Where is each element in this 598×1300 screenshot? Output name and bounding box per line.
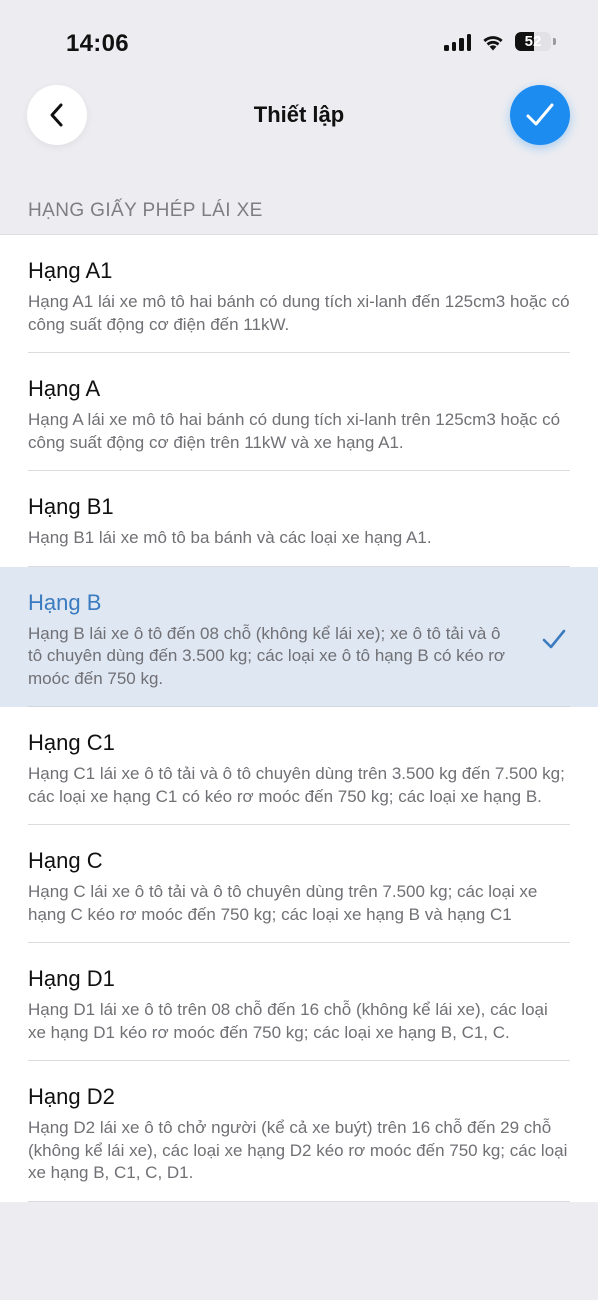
done-button[interactable]: [510, 85, 570, 145]
list-item-description: Hạng A lái xe mô tô hai bánh có dung tíc…: [28, 410, 561, 452]
list-item[interactable]: Hạng D1 Hạng D1 lái xe ô tô trên 08 chỗ đ…: [0, 943, 598, 1061]
list-item[interactable]: Hạng D2 Hạng D2 lái xe ô tô chở người (kể…: [0, 1061, 598, 1202]
list-item-content: Hạng C1 Hạng C1 lái xe ô tô tải và ô tô c…: [28, 729, 570, 825]
license-class-list: Hạng A1 Hạng A1 lái xe mô tô hai bánh có …: [0, 234, 598, 1202]
list-item-title: Hạng C1: [28, 730, 115, 755]
list-item-content: Hạng D1 Hạng D1 lái xe ô tô trên 08 chỗ đ…: [28, 965, 570, 1061]
list-item-description: Hạng B lái xe ô tô đến 08 chỗ (không kể …: [28, 623, 506, 688]
list-item[interactable]: Hạng C Hạng C lái xe ô tô tải và ô tô chu…: [0, 825, 598, 943]
list-item-content: Hạng C Hạng C lái xe ô tô tải và ô tô chu…: [28, 847, 570, 943]
list-item-content: Hạng A1 Hạng A1 lái xe mô tô hai bánh có …: [28, 257, 570, 353]
selected-checkmark-icon: [542, 629, 566, 648]
list-item[interactable]: Hạng B1 Hạng B1 lái xe mô tô ba bánh và c…: [0, 471, 598, 567]
battery-icon: 52: [515, 32, 551, 51]
list-item-title: Hạng A1: [28, 258, 113, 283]
battery-nub: [553, 38, 556, 45]
list-item-title: Hạng A: [28, 376, 101, 401]
list-item-description: Hạng D1 lái xe ô tô trên 08 chỗ đến 16 c…: [28, 1000, 548, 1042]
list-item-description: Hạng A1 lái xe mô tô hai bánh có dung tí…: [28, 292, 570, 334]
list-item-content: Hạng B Hạng B lái xe ô tô đến 08 chỗ (khô…: [28, 589, 570, 707]
list-item[interactable]: Hạng B Hạng B lái xe ô tô đến 08 chỗ (khô…: [0, 566, 598, 707]
list-item[interactable]: Hạng A Hạng A lái xe mô tô hai bánh có du…: [0, 353, 598, 471]
checkmark-icon: [526, 103, 554, 126]
list-item-description: Hạng C lái xe ô tô tải và ô tô chuyên dù…: [28, 882, 538, 924]
list-item-title: Hạng B: [28, 589, 102, 615]
battery-indicator: 52: [515, 32, 556, 51]
list-item-content: Hạng D2 Hạng D2 lái xe ô tô chở người (kể…: [28, 1083, 570, 1202]
list-item-content: Hạng A Hạng A lái xe mô tô hai bánh có du…: [28, 375, 570, 471]
list-item-content: Hạng B1 Hạng B1 lái xe mô tô ba bánh và c…: [28, 493, 570, 567]
wifi-icon: [481, 33, 505, 51]
battery-percent: 52: [524, 33, 542, 50]
list-item-description: Hạng C1 lái xe ô tô tải và ô tô chuyên d…: [28, 764, 565, 806]
list-item[interactable]: Hạng A1 Hạng A1 lái xe mô tô hai bánh có …: [0, 235, 598, 353]
status-bar: 14:06 52: [0, 0, 598, 80]
list-item-title: Hạng D1: [28, 966, 115, 991]
list-item[interactable]: Hạng C1 Hạng C1 lái xe ô tô tải và ô tô c…: [0, 707, 598, 825]
list-item-title: Hạng C: [28, 848, 103, 873]
section-header: HẠNG GIẤY PHÉP LÁI XE: [28, 200, 263, 221]
list-item-description: Hạng B1 lái xe mô tô ba bánh và các loại…: [28, 528, 432, 547]
status-time: 14:06: [66, 30, 129, 57]
navigation-bar: Thiết lập: [0, 80, 598, 160]
cellular-signal-icon: [444, 33, 471, 51]
status-indicators: 52: [444, 32, 556, 51]
list-item-title: Hạng D2: [28, 1084, 115, 1109]
list-item-title: Hạng B1: [28, 494, 114, 519]
list-item-description: Hạng D2 lái xe ô tô chở người (kể cả xe …: [28, 1118, 568, 1182]
page-title: Thiết lập: [253, 102, 345, 127]
